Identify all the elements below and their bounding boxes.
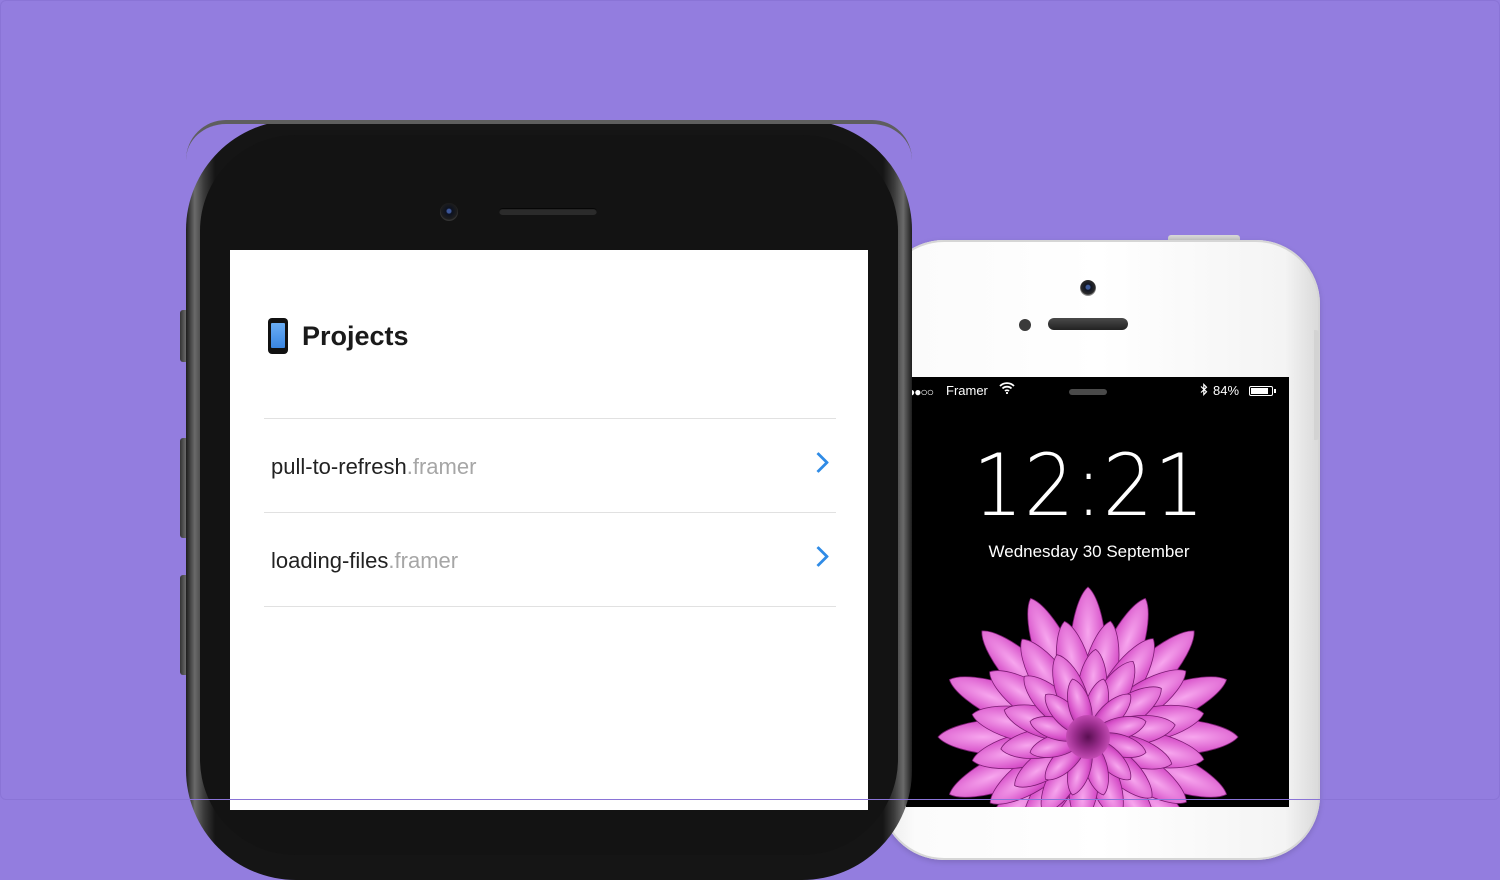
bluetooth-icon: [1200, 383, 1208, 399]
page-title: Projects: [302, 321, 409, 351]
white-phone-speaker: [1048, 318, 1128, 330]
lock-time: 12:21: [972, 436, 1206, 536]
white-phone-side-button: [1314, 330, 1319, 440]
lock-date: Wednesday 30 September: [988, 542, 1190, 561]
black-phone-speaker: [499, 208, 597, 215]
mobile-phone-icon: [268, 318, 288, 354]
projects-screen: Projects pull-to-refresh.framer loading-…: [230, 250, 868, 810]
battery-nub: [1274, 389, 1276, 393]
project-name: loading-files.framer: [271, 548, 458, 574]
project-extension: .framer: [388, 548, 459, 573]
flower-wallpaper: [937, 586, 1239, 807]
project-list: pull-to-refresh.framer loading-files.fra…: [264, 418, 836, 607]
project-name: pull-to-refresh.framer: [271, 454, 476, 480]
chevron-right-icon: [807, 451, 830, 474]
battery-icon: [1249, 386, 1273, 396]
white-phone-sensor: [1019, 319, 1031, 331]
chevron-right-icon: [807, 545, 830, 568]
battery-percentage: 84%: [1213, 383, 1240, 398]
earpiece-notch: [1069, 389, 1107, 395]
project-basename: loading-files: [271, 548, 389, 573]
carrier-name: Framer: [946, 383, 988, 398]
project-row-pull-to-refresh[interactable]: pull-to-refresh.framer: [264, 418, 836, 512]
wifi-icon: [999, 382, 1015, 397]
lock-screen: ●●○○ Framer 84% 12:21 Wednesday 30 Septe…: [906, 377, 1289, 807]
project-row-loading-files[interactable]: loading-files.framer: [264, 512, 836, 607]
black-phone-rim: [186, 120, 912, 160]
status-bar: ●●○○ Framer 84%: [906, 382, 1289, 401]
project-basename: pull-to-refresh: [271, 454, 407, 479]
project-extension: .framer: [406, 454, 477, 479]
black-phone-camera: [440, 203, 458, 221]
battery-level: [1251, 388, 1268, 394]
white-phone-camera: [1080, 280, 1096, 296]
